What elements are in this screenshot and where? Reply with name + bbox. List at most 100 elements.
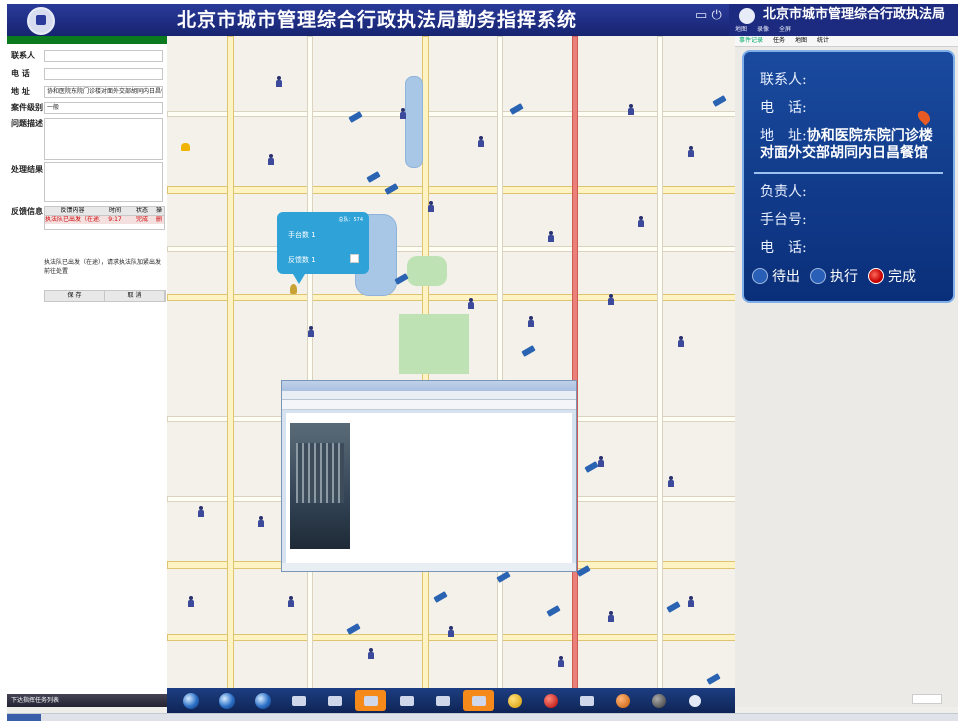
brand-link-fullscreen[interactable]: 全屏 xyxy=(779,25,791,35)
officer-marker[interactable] xyxy=(687,596,695,608)
tab-map[interactable]: 地图 xyxy=(795,36,807,46)
table-header-content: 反馈内容 xyxy=(60,207,85,214)
contact-field[interactable] xyxy=(44,50,163,62)
feedback-table: 反馈内容 时间 状态 操 执法队已出发（在途） 9:17 完成 删 xyxy=(44,206,165,230)
officer-marker[interactable] xyxy=(527,316,535,328)
device-button[interactable] xyxy=(427,690,458,711)
emergency-button[interactable] xyxy=(535,690,566,711)
table-row[interactable]: 执法队已出发（在途） 9:17 完成 删 xyxy=(45,216,164,224)
alarm-button[interactable] xyxy=(499,690,530,711)
radio-complete[interactable] xyxy=(868,268,884,284)
right-panel: 事件记录 任务 地图 统计 联系人: 电 话: 地 址:协和医院东院门诊楼对面外… xyxy=(735,36,958,707)
map-road xyxy=(307,36,313,688)
camera-icon[interactable] xyxy=(366,171,381,183)
camera-icon[interactable] xyxy=(521,345,536,357)
tab-tasks[interactable]: 任务 xyxy=(773,36,785,46)
power-icon[interactable]: ⏻ xyxy=(711,8,721,23)
police-button[interactable] xyxy=(391,690,422,711)
task-list-bar[interactable]: 下达指挥任务列表 xyxy=(7,694,167,707)
patrol-toggle-button[interactable] xyxy=(463,690,494,711)
radio-number-label: 手台号: xyxy=(760,212,807,228)
officer-marker[interactable] xyxy=(399,108,407,120)
officer-marker[interactable] xyxy=(557,656,565,668)
app-window: 北京市城市管理综合行政执法局勤务指挥系统 ▭ ⏻ 北京市城市管理综合行政执法局 … xyxy=(7,4,958,721)
patrol-icon xyxy=(471,695,486,706)
officer-marker[interactable] xyxy=(687,146,695,158)
officer-marker[interactable] xyxy=(287,596,295,608)
camera-icon[interactable] xyxy=(706,673,721,685)
report-button[interactable] xyxy=(571,690,602,711)
table-header-time: 时间 xyxy=(108,207,121,214)
radio-complete-label: 完成 xyxy=(888,269,916,285)
problem-textarea[interactable] xyxy=(44,118,163,160)
globe-button-2[interactable] xyxy=(211,690,242,711)
window-controls[interactable]: ▭ ⏻ xyxy=(695,8,725,32)
officer-marker[interactable] xyxy=(467,298,475,310)
globe-icon xyxy=(218,692,235,709)
officer-marker[interactable] xyxy=(677,336,685,348)
officer-marker[interactable] xyxy=(275,76,283,88)
settings-button[interactable] xyxy=(643,690,674,711)
video-frame[interactable] xyxy=(290,423,350,549)
location-pin-icon xyxy=(915,108,933,126)
browser-titlebar[interactable] xyxy=(282,381,576,391)
case-level-select[interactable]: 一般 xyxy=(44,102,163,114)
camera-icon[interactable] xyxy=(584,461,599,473)
camera-toggle-button[interactable] xyxy=(355,690,386,711)
officer-marker[interactable] xyxy=(607,611,615,623)
officer-marker[interactable] xyxy=(447,626,455,638)
result-textarea[interactable] xyxy=(44,162,163,202)
unit-info-popup[interactable]: 总队：574 手台数 1 反馈数 1 xyxy=(277,212,369,284)
start-button[interactable] xyxy=(7,714,41,721)
phone2-label: 电 话: xyxy=(760,240,807,256)
tab-events[interactable]: 事件记录 xyxy=(739,36,763,46)
officer-marker[interactable] xyxy=(197,506,205,518)
table-cell-action[interactable]: 删 xyxy=(154,216,164,224)
phone-label: 电 话: xyxy=(760,100,807,116)
feedback-note: 执法队已出发（在途），请求执法队加紧出发前往处置 xyxy=(44,259,162,275)
officer-marker[interactable] xyxy=(367,648,375,660)
brand-link-video[interactable]: 录像 xyxy=(757,25,769,35)
save-button[interactable]: 保 存 xyxy=(45,291,105,301)
officer-marker[interactable] xyxy=(187,596,195,608)
address-field[interactable]: 协和医院东院门诊楼对面外交部胡同内日昌餐馆 xyxy=(44,86,163,98)
officer-marker[interactable] xyxy=(257,516,265,528)
radio-executing[interactable] xyxy=(810,268,826,284)
officer-marker[interactable] xyxy=(637,216,645,228)
officer-marker[interactable] xyxy=(627,104,635,116)
cancel-button[interactable]: 取 消 xyxy=(105,291,165,301)
brand-link-map[interactable]: 地图 xyxy=(735,25,747,35)
officer-button-1[interactable] xyxy=(283,690,314,711)
alarm-bell-icon[interactable] xyxy=(181,143,190,151)
search-button[interactable] xyxy=(679,690,710,711)
radio-pending[interactable] xyxy=(752,268,768,284)
emblem-icon xyxy=(27,7,55,35)
globe-button-1[interactable] xyxy=(175,690,206,711)
officer-marker[interactable] xyxy=(547,231,555,243)
incident-pin-icon[interactable] xyxy=(290,284,297,294)
table-cell-status: 完成 xyxy=(135,216,148,223)
tab-stats[interactable]: 统计 xyxy=(817,36,829,46)
contact-line: 联系人: xyxy=(760,72,807,89)
popup-checkbox[interactable] xyxy=(350,254,359,263)
phone-field[interactable] xyxy=(44,68,163,80)
officer-marker[interactable] xyxy=(667,476,675,488)
warning-button[interactable] xyxy=(607,690,638,711)
os-taskbar xyxy=(7,713,958,721)
officer-marker[interactable] xyxy=(427,201,435,213)
officer-marker[interactable] xyxy=(477,136,485,148)
camera-icon[interactable] xyxy=(712,95,727,107)
officer-marker[interactable] xyxy=(267,154,275,166)
map-view[interactable]: 总队：574 手台数 1 反馈数 1 xyxy=(167,36,735,688)
browser-addressbar[interactable] xyxy=(282,391,576,400)
officer-marker[interactable] xyxy=(307,326,315,338)
camera-icon[interactable] xyxy=(433,591,448,603)
officer-button-2[interactable] xyxy=(319,690,350,711)
globe-button-3[interactable] xyxy=(247,690,278,711)
video-browser-window[interactable] xyxy=(281,380,577,572)
camera-icon[interactable] xyxy=(546,605,561,617)
browser-tabbar[interactable] xyxy=(282,400,576,410)
camera-icon[interactable] xyxy=(666,601,681,613)
officer-marker[interactable] xyxy=(607,294,615,306)
monitor-icon[interactable]: ▭ xyxy=(695,8,707,23)
